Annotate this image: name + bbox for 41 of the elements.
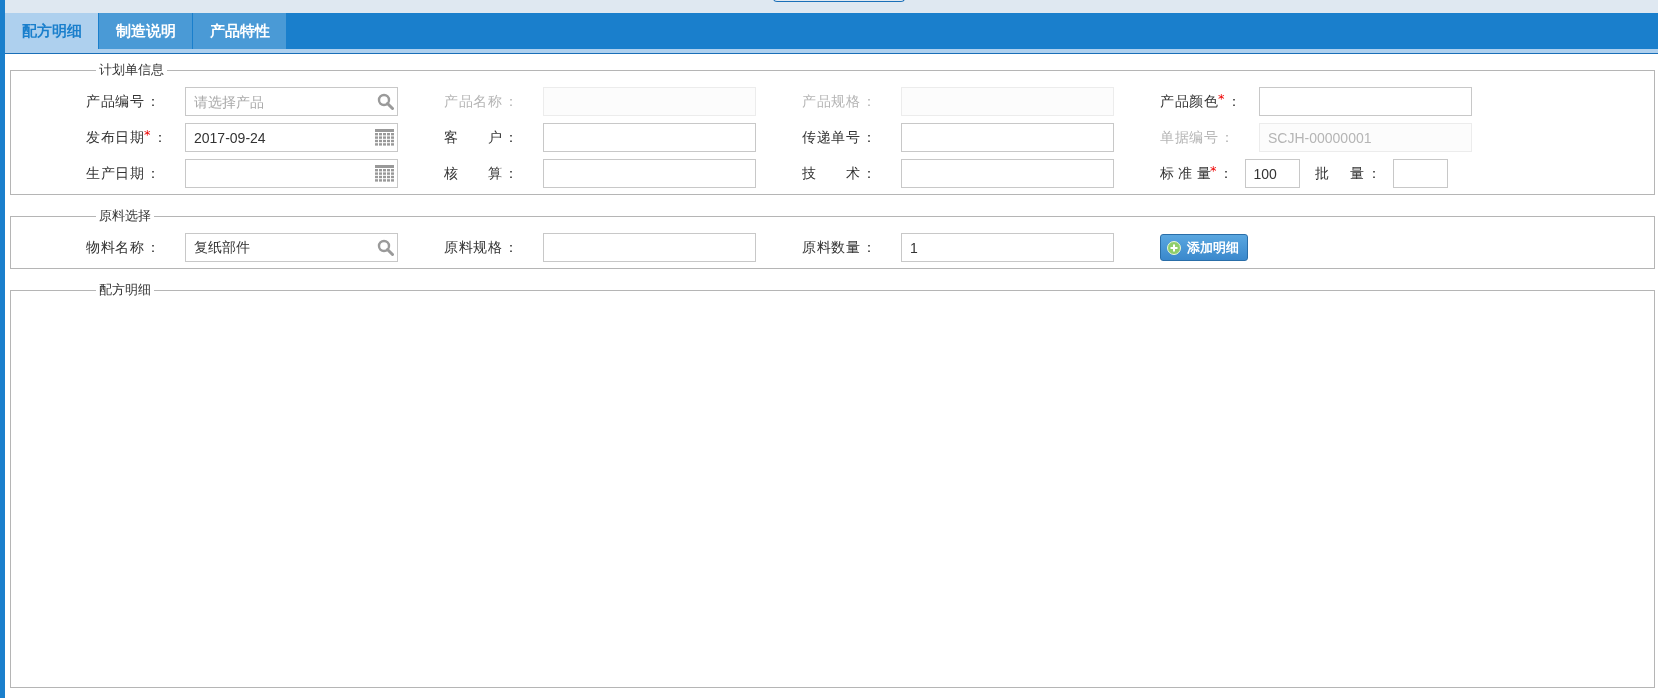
search-icon[interactable]	[377, 93, 394, 110]
tab[interactable]: 配方明细	[5, 13, 98, 49]
field-label: 生产日期：	[86, 164, 161, 183]
field-label: 标 准 量*：	[1160, 164, 1233, 183]
input-field[interactable]: 请选择产品	[185, 87, 398, 116]
input-field[interactable]: 2017-09-24	[185, 123, 398, 152]
field-label: 原料数量：	[802, 238, 877, 257]
field-label: 产品规格：	[802, 92, 877, 111]
input-field[interactable]	[901, 123, 1114, 152]
input-field[interactable]	[543, 233, 756, 262]
tab[interactable]: 产品特性	[193, 13, 286, 49]
field-label: 原料规格：	[444, 238, 519, 257]
plus-circle-icon	[1167, 240, 1181, 255]
search-icon[interactable]	[377, 239, 394, 256]
input-field[interactable]: 复纸部件	[185, 233, 398, 262]
input-field[interactable]	[543, 159, 756, 188]
calendar-icon[interactable]	[375, 129, 394, 146]
field-label: 客 户：	[444, 128, 519, 147]
field-label: 产品编号：	[86, 92, 161, 111]
input-field[interactable]	[543, 123, 756, 152]
field-label: 核 算：	[444, 164, 519, 183]
field-label: 物料名称：	[86, 238, 161, 257]
field-label: 传递单号：	[802, 128, 877, 147]
section-title: 原料选择	[98, 207, 152, 225]
field-label: 产品名称：	[444, 92, 519, 111]
section-title: 计划单信息	[98, 61, 165, 79]
field-label: 单据编号：	[1160, 128, 1235, 147]
tab[interactable]: 制造说明	[99, 13, 192, 49]
field-label: 批 量：	[1314, 164, 1381, 183]
input-field[interactable]: 100	[1244, 159, 1300, 188]
input-field[interactable]	[901, 159, 1114, 188]
input-field[interactable]	[185, 159, 398, 188]
field-label: 产品颜色*：	[1160, 92, 1242, 111]
field-label: 发布日期*：	[86, 128, 168, 147]
add-detail-button[interactable]: 添加明细	[1160, 234, 1248, 261]
input-field[interactable]: 1	[901, 233, 1114, 262]
field-label: 技 术：	[802, 164, 877, 183]
calendar-icon[interactable]	[375, 165, 394, 182]
input-field[interactable]	[1259, 87, 1472, 116]
section-title: 配方明细	[98, 281, 152, 299]
input-field[interactable]	[1392, 159, 1448, 188]
